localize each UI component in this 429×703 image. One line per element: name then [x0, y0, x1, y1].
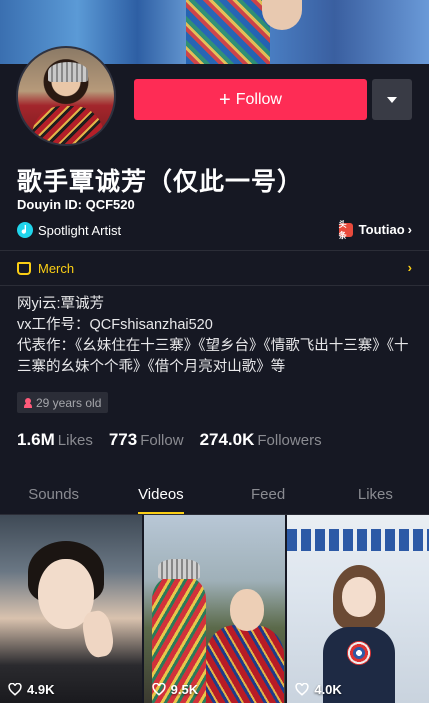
video-likes-count: 9.5K: [170, 682, 199, 697]
douyin-id: Douyin ID: QCF520: [17, 197, 135, 212]
tab-sounds[interactable]: Sounds: [0, 478, 107, 514]
likes-label: Likes: [57, 432, 93, 449]
age-label: 29 years old: [36, 395, 102, 410]
spotlight-icon: [17, 222, 33, 238]
video-thumbnail[interactable]: 9.5K: [143, 515, 286, 703]
video-likes: 4.0K: [295, 682, 342, 697]
heart-icon: [295, 683, 309, 696]
tab-likes[interactable]: Likes: [322, 478, 429, 514]
dropdown-caret-icon: [387, 96, 397, 103]
follow-label: Follow: [235, 90, 282, 108]
video-thumbnail[interactable]: 4.9K: [0, 515, 142, 703]
video-likes-count: 4.9K: [27, 682, 55, 697]
bio-line: vx工作号：QCFshisanzhai520: [17, 317, 213, 333]
avatar[interactable]: [16, 46, 116, 146]
video-likes: 9.5K: [152, 682, 198, 697]
more-dropdown-button[interactable]: [372, 79, 412, 120]
thumb-art: [287, 529, 429, 551]
tab-feed[interactable]: Feed: [215, 478, 322, 514]
toutiao-icon: 头条: [338, 220, 353, 240]
thumb-art: [342, 577, 377, 617]
cover-costume: [186, 0, 270, 64]
follow-count[interactable]: 773: [109, 430, 137, 450]
heart-icon: [152, 683, 166, 696]
chevron-right-icon: ›: [407, 222, 412, 237]
bio-line: 网yi云:覃诚芳: [17, 296, 104, 312]
follow-button[interactable]: + Follow: [134, 79, 367, 120]
follow-stat-label[interactable]: Follow: [140, 432, 183, 449]
profile-stats: 1.6M Likes 773 Follow 274.0K Followers: [17, 430, 338, 450]
thumb-art: [229, 589, 264, 631]
divider: [0, 285, 429, 286]
heart-icon: [8, 683, 22, 696]
thumb-art: [80, 608, 116, 660]
video-likes: 4.9K: [8, 682, 54, 697]
spotlight-label: Spotlight Artist: [38, 222, 122, 238]
chevron-right-icon: ›: [407, 260, 412, 275]
avatar-headdress: [48, 62, 88, 82]
divider: [0, 250, 429, 251]
followers-label[interactable]: Followers: [257, 432, 321, 449]
age-icon: [24, 397, 32, 408]
video-grid: 4.9K 9.5K 4.0K: [0, 515, 429, 703]
toutiao-link[interactable]: 头条 Toutiao ›: [338, 220, 412, 240]
profile-name: 歌手覃诚芳（仅此一号）: [17, 168, 304, 196]
badge-row: Spotlight Artist 头条 Toutiao ›: [17, 220, 412, 240]
spotlight-artist-badge[interactable]: Spotlight Artist: [17, 222, 121, 238]
video-likes-count: 4.0K: [314, 682, 342, 697]
merch-label: Merch: [38, 260, 75, 276]
toutiao-label: Toutiao: [358, 222, 405, 237]
merch-icon: [17, 261, 31, 275]
age-tag: 29 years old: [17, 392, 109, 413]
plus-icon: +: [219, 88, 231, 111]
tab-videos[interactable]: Videos: [107, 478, 214, 514]
video-thumbnail[interactable]: 4.0K: [287, 515, 429, 703]
thumb-art: [157, 559, 200, 579]
avatar-costume: [32, 106, 104, 144]
profile-bio: 网yi云:覃诚芳 vx工作号：QCFshisanzhai520 代表作：《幺妹住…: [17, 294, 412, 378]
thumb-art: [205, 625, 284, 703]
followers-count[interactable]: 274.0K: [200, 430, 255, 450]
profile-tabs: Sounds Videos Feed Likes: [0, 478, 429, 514]
merch-row[interactable]: Merch ›: [17, 260, 412, 276]
bio-line: 代表作：《幺妹住在十三寨》《望乡台》《情歌飞出十三寨》《十三寨的幺妹个个乖》《借…: [17, 338, 409, 375]
likes-count: 1.6M: [17, 430, 55, 449]
